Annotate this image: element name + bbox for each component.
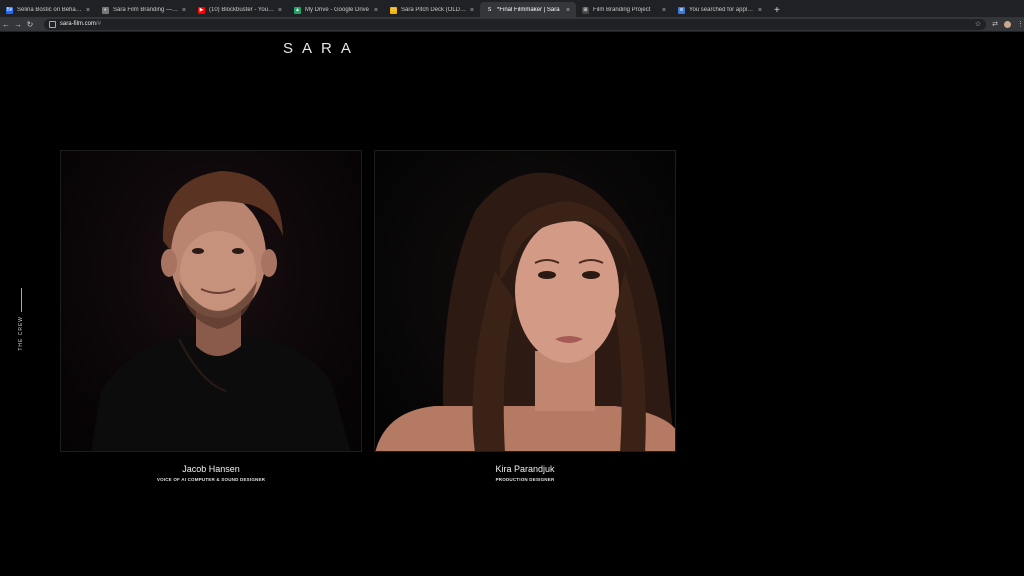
close-tab-icon[interactable]: × xyxy=(662,7,666,14)
crew-photo-jacob[interactable] xyxy=(60,150,362,452)
browser-tab[interactable]: ▲ My Drive - Google Drive × xyxy=(288,2,384,18)
profile-avatar[interactable] xyxy=(1004,20,1012,28)
section-indicator: THE CREW xyxy=(18,288,24,351)
browser-toolbar: ← → ↻ sara-film.com/# ☆ ⇄ ⋮ xyxy=(0,17,1024,31)
portrait-jacob-image xyxy=(91,171,351,451)
site-logo[interactable]: SARA xyxy=(283,40,360,57)
globe-icon: ◐ xyxy=(102,6,109,14)
tab-title: Sara Pitch Deck (OLD) - Goog xyxy=(401,7,467,13)
new-tab-button[interactable]: + xyxy=(774,5,780,16)
tab-title: (10) Blockbuster - YouTube xyxy=(209,7,275,13)
tab-title: *Final Filmmaker | Sara xyxy=(497,7,560,13)
browser-tab[interactable]: ◐ Sara Film Branding — Selina B× xyxy=(96,2,192,18)
browser-tab[interactable]: Bē Selina Bostic on Behance × xyxy=(0,2,96,18)
close-tab-icon[interactable]: × xyxy=(758,7,762,14)
url-host: sara-film.com xyxy=(59,21,96,27)
lock-icon xyxy=(48,20,56,28)
pagelines-icon: ≋ xyxy=(678,6,685,14)
browser-tab[interactable]: S *Final Filmmaker | Sara × xyxy=(480,2,576,18)
crew-role-jacob: VOICE OF AI COMPUTER & SOUND DESIGNER xyxy=(156,477,266,482)
close-tab-icon[interactable]: × xyxy=(182,7,186,14)
browser-tab[interactable]: ▶ (10) Blockbuster - YouTube × xyxy=(192,2,288,18)
section-indicator-line xyxy=(20,288,22,312)
behance-icon: Bē xyxy=(6,6,13,14)
crew-name-jacob: Jacob Hansen xyxy=(182,464,240,474)
crew-name-kira: Kira Parandjuk xyxy=(495,464,555,474)
extension-icon[interactable]: ⇄ xyxy=(992,20,998,28)
drive-icon: ▲ xyxy=(294,6,301,14)
menu-kebab-icon[interactable]: ⋮ xyxy=(1017,20,1024,28)
close-tab-icon[interactable]: × xyxy=(374,7,378,14)
tab-title: Film Branding Project xyxy=(593,7,651,13)
youtube-icon: ▶ xyxy=(198,6,205,14)
back-button[interactable]: ← xyxy=(0,20,12,29)
reload-button[interactable]: ↻ xyxy=(24,20,36,29)
tab-title: You searched for apple | Page xyxy=(689,7,755,13)
section-label: THE CREW xyxy=(18,316,24,351)
bookmark-star-icon[interactable]: ☆ xyxy=(975,20,981,28)
browser-tab[interactable]: ⊞ Film Branding Project × xyxy=(576,2,672,18)
toolbar-actions: ⇄ ⋮ xyxy=(992,20,1024,28)
close-tab-icon[interactable]: × xyxy=(566,7,570,14)
url-path: /# xyxy=(95,21,101,27)
crew-role-kira: PRODUCTION DESIGNER xyxy=(495,477,555,482)
url-text: sara-film.com/# xyxy=(60,21,101,27)
browser-tab[interactable]: ▭ Sara Pitch Deck (OLD) - Goog× xyxy=(384,2,480,18)
close-tab-icon[interactable]: × xyxy=(278,7,282,14)
tab-title: Sara Film Branding — Selina B xyxy=(113,7,179,13)
address-bar[interactable]: sara-film.com/# ☆ xyxy=(43,18,987,30)
windows-icon: ⊞ xyxy=(582,6,589,14)
close-tab-icon[interactable]: × xyxy=(86,7,90,14)
browser-chrome: Bē Selina Bostic on Behance × ◐ Sara Film Br… xyxy=(0,0,1024,32)
tab-title: My Drive - Google Drive xyxy=(305,7,370,13)
portrait-kira-image xyxy=(375,172,675,451)
sara-icon: S xyxy=(486,6,493,14)
tab-title: Selina Bostic on Behance xyxy=(17,7,83,13)
tab-strip: Bē Selina Bostic on Behance × ◐ Sara Film Br… xyxy=(0,2,1024,18)
close-tab-icon[interactable]: × xyxy=(470,7,474,14)
crew-photo-kira[interactable] xyxy=(374,150,676,452)
browser-tab[interactable]: ≋ You searched for apple | Page× xyxy=(672,2,768,18)
forward-button[interactable]: → xyxy=(12,20,24,29)
slides-icon: ▭ xyxy=(390,6,397,14)
